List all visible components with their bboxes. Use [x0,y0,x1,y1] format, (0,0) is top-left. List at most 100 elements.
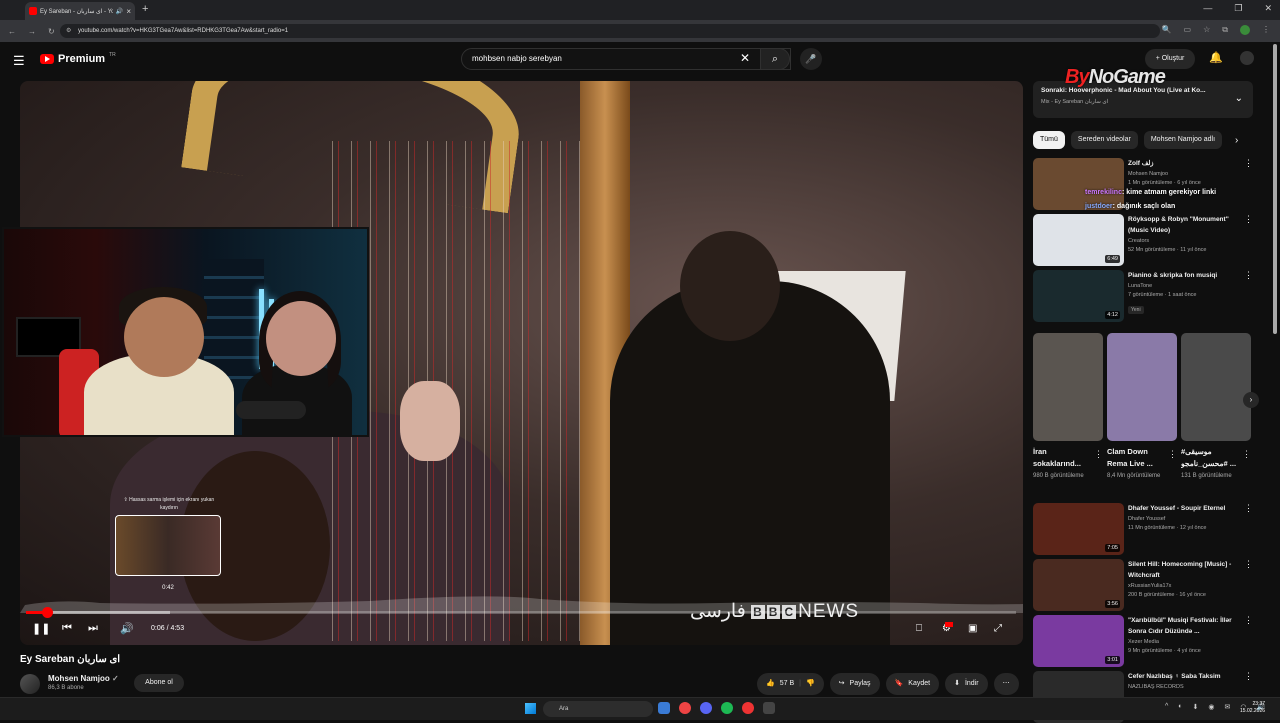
recommendation-title[interactable]: Zolf زلف [1128,158,1243,169]
more-options-icon[interactable]: ⋮ [1244,503,1253,514]
short-item[interactable]: Clam Down Rema Live ... 8,4 Mn görüntülem… [1107,333,1177,481]
more-options-icon[interactable]: ⋮ [1244,615,1253,626]
short-item[interactable]: موسیقی# محسن_نامجو# ... 131 B görüntüleme… [1181,333,1251,481]
short-title[interactable]: موسیقی# محسن_نامجو# ... [1181,446,1241,470]
recommendation-channel[interactable]: xRussianYulia17x [1128,583,1243,589]
cast-icon[interactable]: ▭ [1184,25,1192,35]
tray-arrow-icon[interactable]: ^ [1165,703,1168,711]
previous-icon[interactable]: ⏮ [62,622,72,635]
subscribe-button[interactable]: Abone ol [134,674,184,692]
recommendation-channel[interactable]: Creators [1128,238,1243,244]
channel-avatar[interactable] [20,674,40,694]
short-title[interactable]: İran sokaklarınd... [1033,446,1093,470]
file-explorer-icon[interactable] [658,702,670,714]
spotify-icon[interactable] [721,702,733,714]
like-button[interactable]: 👍 57 B | 👎 [757,673,824,695]
chip-all[interactable]: Tümü [1033,131,1065,149]
start-icon[interactable] [525,703,536,714]
recommendation-thumbnail[interactable]: 3:56 [1033,559,1124,611]
captions-icon[interactable]: ⎕ [916,623,922,634]
recommendation-title[interactable]: Dhafer Youssef - Soupir Eternel [1128,503,1243,514]
recommendation-channel[interactable]: Mohsen Namjoo [1128,171,1243,177]
chevron-down-icon[interactable]: ⌄ [1235,93,1243,104]
more-options-icon[interactable]: ⋮ [1244,214,1253,225]
back-icon[interactable]: ← [8,27,16,36]
recommendation-channel[interactable]: Dhafer Youssef [1128,516,1243,522]
tray-icon-3[interactable]: ◉ [1208,703,1214,711]
discord-icon[interactable] [700,702,712,714]
recommendation-item[interactable]: 7:05 Dhafer Youssef - Soupir Eternel Dhafe… [1033,503,1253,555]
profile-icon[interactable] [1240,25,1250,35]
browser-tab[interactable]: Ey Sareban - ای ساربان - You 🔊 × [25,2,135,20]
zoom-icon[interactable]: 🔍 [1162,25,1172,35]
chip-series[interactable]: Sereden videolar [1070,131,1138,149]
youtube-logo[interactable]: Premium TR [40,52,116,65]
more-options-icon[interactable]: ⋮ [1244,158,1253,169]
taskbar-search[interactable]: Ara [543,701,653,717]
search-button[interactable]: ⌕ [760,48,790,70]
recommendation-title[interactable]: "Xarıbülbül" Musiqi Festivalı: İllər Son… [1128,615,1243,637]
progress-bar[interactable] [26,607,1016,618]
recommendation-title[interactable]: Röyksopp & Robyn "Monument" (Music Video… [1128,214,1243,236]
more-options-icon[interactable]: ⋮ [1244,270,1253,281]
recommendation-thumbnail[interactable]: 3:01 [1033,615,1124,667]
short-thumbnail[interactable] [1181,333,1251,441]
more-options-icon[interactable]: ⋮ [1168,449,1177,460]
forward-icon[interactable]: → [28,27,36,36]
system-clock[interactable]: 23:37 15.02.2026 [1240,701,1265,715]
more-options-icon[interactable]: ⋮ [1242,449,1251,460]
shorts-next-icon[interactable]: › [1243,392,1259,408]
site-info-icon[interactable]: ⚙ [66,24,71,38]
recommendation-item[interactable]: 3:56 Silent Hill: Homecoming [Music] - Wi… [1033,559,1253,611]
miniplayer-icon[interactable]: ▣ [968,623,977,634]
new-tab-button[interactable]: + [142,3,148,15]
recommendation-item[interactable]: 3:01 "Xarıbülbül" Musiqi Festivalı: İllər… [1033,615,1253,667]
short-thumbnail[interactable] [1107,333,1177,441]
minimize-icon[interactable]: — [1203,3,1212,14]
chip-channel[interactable]: Mohsen Namjoo adlı [1143,131,1223,149]
next-icon[interactable]: ⏭ [88,622,98,635]
fullscreen-icon[interactable]: ⤢ [994,623,1002,634]
chevron-right-icon[interactable]: › [1235,135,1238,146]
extensions-icon[interactable]: ⧉ [1222,25,1228,35]
volume-icon[interactable]: 🔊 [120,622,134,635]
close-tab-icon[interactable]: × [126,7,131,16]
channel-name[interactable]: Mohsen Namjoo ✓ [48,674,119,683]
voice-search-button[interactable]: 🎤 [800,48,822,70]
more-actions-button[interactable]: ⋯ [993,673,1019,695]
tray-icon-4[interactable]: ✉ [1225,703,1231,711]
maximize-icon[interactable]: ❐ [1234,3,1242,14]
recommendation-channel[interactable]: NAZLIBAŞ RECORDS [1128,684,1243,690]
recommendation-item[interactable]: 6:49 Röyksopp & Robyn "Monument" (Music V… [1033,214,1253,266]
tray-icon-1[interactable]: ◐ [1178,703,1182,711]
page-scrollbar[interactable] [1273,44,1278,334]
share-button[interactable]: ↪ Paylaş [829,673,880,695]
recommendation-thumbnail[interactable]: 6:49 [1033,214,1124,266]
progress-scrubber[interactable] [41,607,53,618]
recommendation-title[interactable]: Silent Hill: Homecoming [Music] - Witchc… [1128,559,1243,581]
account-avatar[interactable] [1240,51,1254,65]
short-title[interactable]: Clam Down Rema Live ... [1107,446,1167,470]
recommendation-thumbnail[interactable]: 7:05 [1033,503,1124,555]
reload-icon[interactable]: ↻ [48,27,55,36]
more-options-icon[interactable]: ⋮ [1244,671,1253,682]
menu-icon[interactable]: ☰ [13,53,25,69]
window-icon[interactable] [763,702,775,714]
app-icon[interactable] [742,702,754,714]
short-item[interactable]: İran sokaklarınd... 980 B görüntüleme ⋮ [1033,333,1103,481]
clear-search-icon[interactable]: ✕ [740,51,750,65]
notifications-bell-icon[interactable]: 🔔 [1209,51,1223,64]
thumbs-down-icon[interactable]: 👎 [806,673,815,695]
more-options-icon[interactable]: ⋮ [1094,449,1103,460]
address-bar[interactable]: ⚙ youtube.com/watch?v=HKG3TGea7Aw&list=R… [60,24,1160,38]
recommendation-thumbnail[interactable]: 4:12 [1033,270,1124,322]
pause-icon[interactable]: ❚❚ [32,622,50,635]
more-options-icon[interactable]: ⋮ [1244,559,1253,570]
bookmark-star-icon[interactable]: ☆ [1203,25,1210,35]
recommendation-item[interactable]: 4:12 Pianino & skripka fon musiqi LunaTone… [1033,270,1253,322]
recommendation-channel[interactable]: LunaTone [1128,283,1243,289]
tray-icon-2[interactable]: ⬇ [1193,703,1199,711]
chrome-icon[interactable] [679,702,691,714]
recommendation-title[interactable]: Cefer Nazlıbaş ♀ Saba Taksim [1128,671,1243,682]
save-button[interactable]: 🔖 Kaydet [885,673,940,695]
